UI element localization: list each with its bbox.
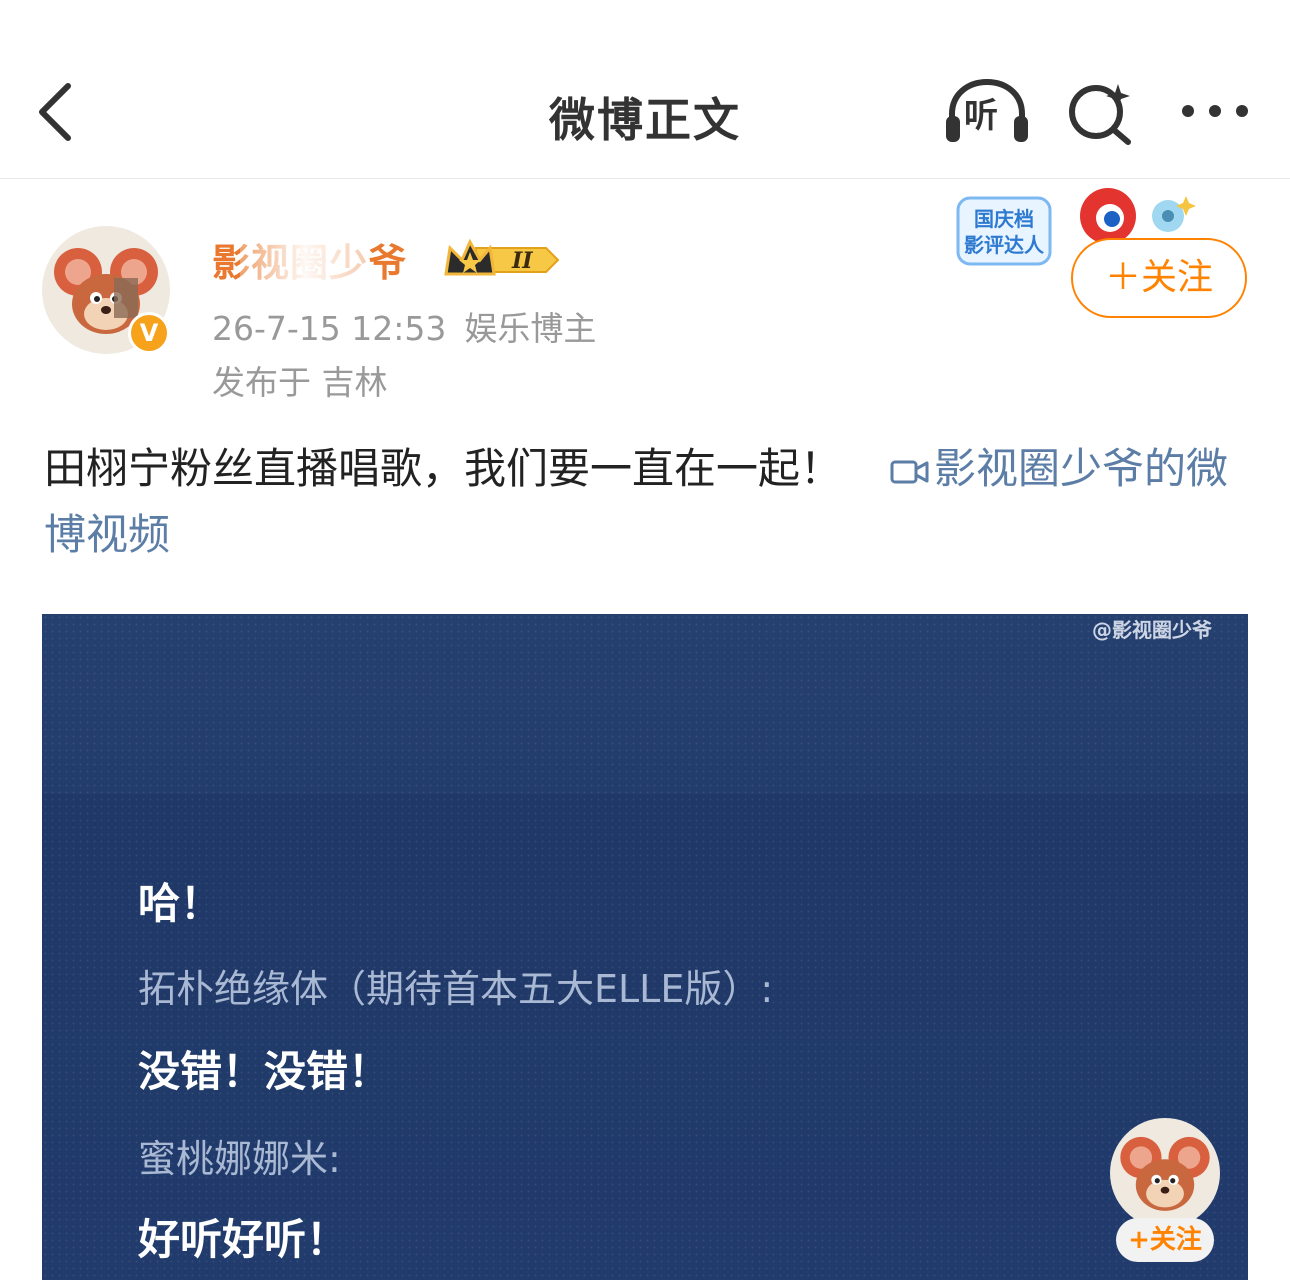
promo-line-1: 国庆档 — [974, 207, 1034, 231]
video-player[interactable]: @影视圈少爷 哈！ 拓朴绝缘体（期待首本五大ELLE版）: 没错！没错！ 蜜桃娜… — [42, 614, 1248, 1280]
caption-line: 哈！ — [138, 879, 223, 928]
caption-line: 拓朴绝缘体（期待首本五大ELLE版）: — [138, 967, 774, 1011]
follow-button[interactable]: ＋关注 — [1071, 238, 1247, 318]
video-follow-button[interactable]: +关注 — [1116, 1218, 1214, 1262]
search-button[interactable] — [1066, 80, 1136, 146]
caption-line: 没错！没错！ — [138, 1047, 391, 1096]
crown-icon: II — [442, 236, 562, 284]
post-meta: 26-7-15 12:53 娱乐博主 — [212, 302, 596, 350]
caption-line: 蜜桃娜娜米: — [138, 1137, 341, 1181]
author-role: 娱乐博主 — [464, 309, 597, 348]
listen-button[interactable]: 听 — [944, 78, 1030, 146]
mouse-cartoon-avatar-icon — [1120, 1136, 1210, 1211]
post-text: 田栩宁粉丝直播唱歌，我们要一直在一起！ 影视圈少爷的微博视频 — [44, 436, 1254, 568]
promo-line-2: 影评达人 — [964, 233, 1045, 257]
post-body: 田栩宁粉丝直播唱歌，我们要一直在一起！ — [44, 444, 843, 493]
video-camera-icon — [890, 460, 929, 484]
post-location: 发布于 吉林 — [212, 363, 388, 402]
caption-line: 好听好听！ — [138, 1215, 349, 1264]
crown-rank: II — [511, 248, 533, 274]
listen-label: 听 — [964, 96, 998, 136]
search-sparkle-icon — [1069, 84, 1131, 145]
top-nav-bar: 微博正文 听 — [0, 0, 1290, 179]
name-redaction — [240, 240, 370, 280]
verified-badge: V — [128, 312, 170, 354]
video-watermark: @影视圈少爷 — [1092, 618, 1212, 642]
more-icon[interactable] — [1180, 96, 1250, 126]
video-author-avatar[interactable] — [1110, 1118, 1220, 1228]
post-time: 26-7-15 12:53 — [212, 309, 447, 348]
